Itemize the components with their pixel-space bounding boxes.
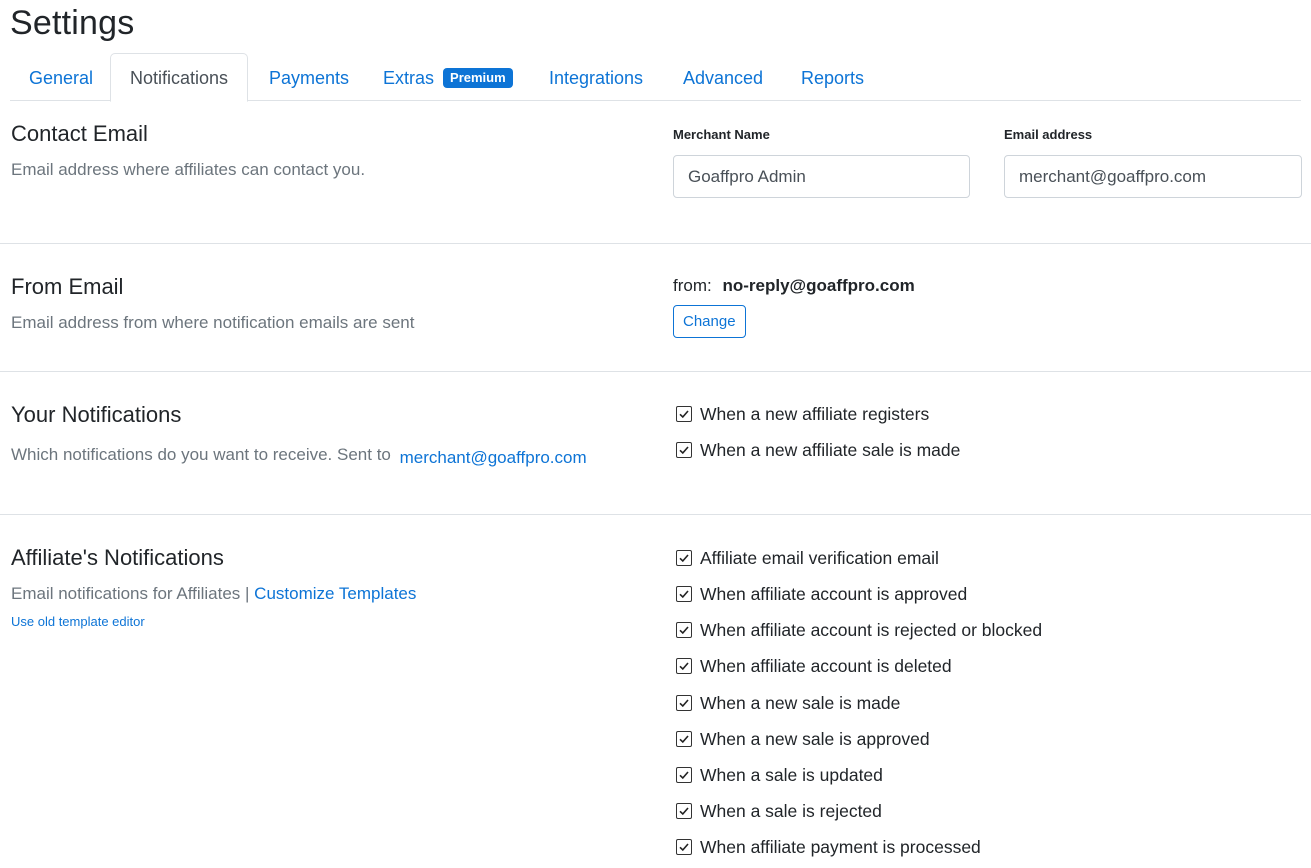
tab-extras[interactable]: Extras Premium (364, 53, 532, 101)
affiliate-option[interactable]: When affiliate account is rejected or bl… (676, 619, 1042, 641)
premium-badge: Premium (443, 68, 513, 88)
contact-email-description: Email address where affiliates can conta… (11, 160, 366, 179)
option-label: When affiliate payment is processed (700, 836, 981, 857)
merchant-name-label: Merchant Name (673, 127, 770, 142)
affiliate-option[interactable]: Affiliate email verification email (676, 547, 939, 569)
your-notifications-text: Which notifications do you want to recei… (11, 445, 391, 464)
tab-reports[interactable]: Reports (782, 53, 883, 101)
your-notifications-description: Which notifications do you want to recei… (11, 445, 587, 467)
checkbox[interactable] (676, 442, 692, 458)
affiliate-option[interactable]: When a sale is rejected (676, 800, 882, 822)
settings-tabs: General Notifications Payments Extras Pr… (10, 53, 1301, 102)
checkbox[interactable] (676, 658, 692, 674)
affiliate-option[interactable]: When affiliate payment is processed (676, 836, 981, 858)
page-title: Settings (10, 4, 135, 42)
merchant-name-input[interactable] (673, 155, 970, 198)
affiliate-option[interactable]: When a new sale is made (676, 692, 900, 714)
change-from-email-button[interactable]: Change (673, 305, 746, 338)
affiliate-option[interactable]: When a new sale is approved (676, 728, 930, 750)
checkbox[interactable] (676, 622, 692, 638)
checkbox[interactable] (676, 803, 692, 819)
checkmark-icon (679, 446, 689, 455)
option-label: When a sale is updated (700, 764, 883, 785)
old-template-editor-link[interactable]: Use old template editor (11, 614, 145, 629)
section-divider (0, 371, 1311, 372)
tab-general[interactable]: General (10, 53, 112, 101)
option-label: When affiliate account is rejected or bl… (700, 619, 1043, 640)
checkmark-icon (679, 771, 689, 780)
option-label: When a new affiliate registers (700, 403, 930, 424)
checkbox[interactable] (676, 586, 692, 602)
option-label: When a new sale is made (700, 692, 901, 713)
affiliate-notifications-title: Affiliate's Notifications (11, 545, 224, 570)
checkmark-icon (679, 807, 689, 816)
checkbox[interactable] (676, 550, 692, 566)
from-prefix: from: (673, 276, 712, 295)
tab-payments[interactable]: Payments (250, 53, 368, 101)
checkmark-icon (679, 699, 689, 708)
tab-advanced[interactable]: Advanced (664, 53, 782, 101)
from-email-description: Email address from where notification em… (11, 313, 415, 332)
affiliate-notifications-description: Email notifications for Affiliates | Cus… (11, 584, 416, 604)
checkmark-icon (679, 626, 689, 635)
your-notifications-title: Your Notifications (11, 402, 182, 427)
option-label: Affiliate email verification email (700, 547, 939, 568)
tab-notifications[interactable]: Notifications (110, 53, 249, 102)
notification-option[interactable]: When a new affiliate registers (676, 403, 929, 425)
checkbox[interactable] (676, 731, 692, 747)
checkmark-icon (679, 590, 689, 599)
option-label: When a sale is rejected (700, 800, 882, 821)
checkmark-icon (679, 843, 689, 852)
checkmark-icon (679, 662, 689, 671)
affiliate-option[interactable]: When affiliate account is approved (676, 583, 967, 605)
option-label: When a new sale is approved (700, 728, 930, 749)
notification-option[interactable]: When a new affiliate sale is made (676, 439, 960, 461)
email-address-input[interactable] (1004, 155, 1302, 198)
from-email-title: From Email (11, 274, 124, 299)
notification-email-link[interactable]: merchant@goaffpro.com (400, 448, 587, 467)
option-label: When affiliate account is deleted (700, 655, 952, 676)
checkmark-icon (679, 735, 689, 744)
section-divider (0, 514, 1311, 515)
checkbox[interactable] (676, 767, 692, 783)
checkbox[interactable] (676, 839, 692, 855)
from-address-line: from: no-reply@goaffpro.com (673, 276, 915, 296)
affiliate-option[interactable]: When affiliate account is deleted (676, 655, 952, 677)
checkmark-icon (679, 410, 689, 419)
customize-templates-link[interactable]: Customize Templates (254, 584, 416, 603)
option-label: When affiliate account is approved (700, 583, 968, 604)
from-address-value: no-reply@goaffpro.com (722, 276, 915, 295)
checkbox[interactable] (676, 406, 692, 422)
email-address-label: Email address (1004, 127, 1093, 142)
affiliate-option[interactable]: When a sale is updated (676, 764, 883, 786)
checkmark-icon (679, 554, 689, 563)
tab-integrations[interactable]: Integrations (530, 53, 662, 101)
contact-email-title: Contact Email (11, 121, 148, 146)
tab-extras-label: Extras (383, 68, 435, 88)
affiliate-notifications-text: Email notifications for Affiliates | (11, 584, 250, 603)
option-label: When a new affiliate sale is made (700, 439, 961, 460)
checkbox[interactable] (676, 695, 692, 711)
section-divider (0, 243, 1311, 244)
